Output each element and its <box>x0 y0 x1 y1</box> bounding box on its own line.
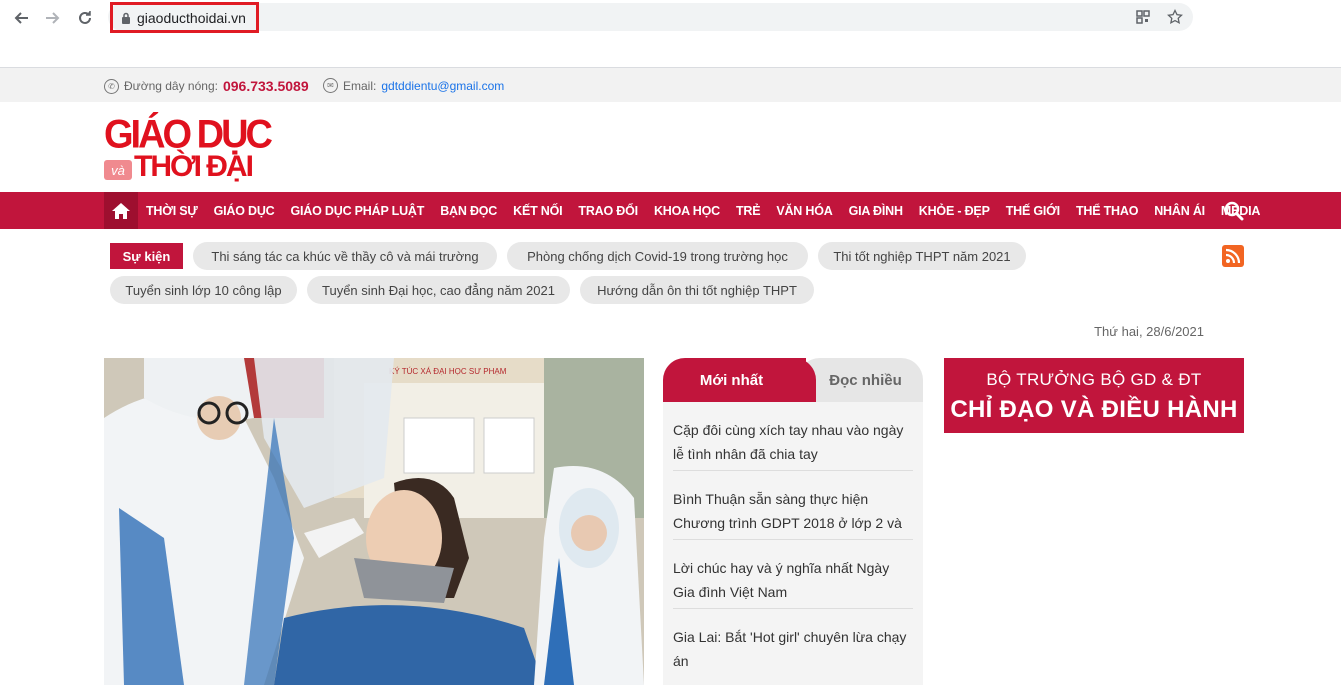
qr-code-icon[interactable] <box>1134 8 1152 26</box>
mail-icon: ✉ <box>323 78 338 93</box>
nav-item[interactable]: TRẺ <box>736 204 761 218</box>
search-icon[interactable] <box>1224 201 1244 221</box>
banner-line2: CHỈ ĐẠO VÀ ĐIỀU HÀNH <box>950 396 1238 423</box>
event-tag[interactable]: Thi tốt nghiệp THPT năm 2021 <box>818 242 1026 270</box>
nav-item[interactable]: KẾT NỐI <box>513 204 562 218</box>
nav-item[interactable]: NHÂN ÁI <box>1154 204 1205 218</box>
news-item[interactable]: Cặp đôi cùng xích tay nhau vào ngày lễ t… <box>673 402 913 471</box>
hotline-label: Đường dây nóng: <box>124 79 218 93</box>
nav-item[interactable]: VĂN HÓA <box>776 204 832 218</box>
hero-sign-text: KÝ TÚC XÁ ĐẠI HỌC SƯ PHẠM <box>389 367 507 376</box>
event-tag[interactable]: Thi sáng tác ca khúc về thầy cô và mái t… <box>193 242 497 270</box>
site-logo[interactable]: GIÁO DỤC và THỜI ĐẠI <box>104 112 274 186</box>
url-field[interactable]: giaoducthoidai.vn <box>110 2 259 33</box>
banner-line1: BỘ TRƯỞNG BỘ GD & ĐT <box>986 370 1202 389</box>
logo-line2: THỜI ĐẠI <box>134 150 254 183</box>
star-icon[interactable] <box>1166 8 1184 26</box>
home-button[interactable] <box>104 192 138 229</box>
address-bar[interactable] <box>108 3 1193 31</box>
logo-line1: GIÁO DỤC <box>104 112 273 158</box>
back-icon[interactable] <box>9 6 33 30</box>
latest-news-list: Cặp đôi cùng xích tay nhau vào ngày lễ t… <box>663 402 923 685</box>
news-item[interactable]: Lời chúc hay và ý nghĩa nhất Ngày Gia đì… <box>673 540 913 609</box>
event-tag[interactable]: Hướng dẫn ôn thi tốt nghiệp THPT <box>580 276 814 304</box>
event-tag[interactable]: Tuyển sinh lớp 10 công lập <box>110 276 297 304</box>
news-item[interactable]: Bình Thuận sẵn sàng thực hiện Chương trì… <box>673 471 913 540</box>
nav-item[interactable]: BẠN ĐỌC <box>440 204 497 218</box>
hotline-number[interactable]: 096.733.5089 <box>223 78 309 94</box>
news-item[interactable]: Gia Lai: Bắt 'Hot girl' chuyên lừa chạy … <box>673 609 913 678</box>
email-link[interactable]: gdtddientu@gmail.com <box>381 79 504 93</box>
url-text: giaoducthoidai.vn <box>137 9 246 26</box>
ministry-banner[interactable]: BỘ TRƯỞNG BỘ GD & ĐT CHỈ ĐẠO VÀ ĐIỀU HÀN… <box>944 358 1244 433</box>
tab-most-read[interactable]: Đọc nhiều <box>798 358 923 402</box>
events-label: Sự kiện <box>110 243 183 269</box>
email-label: Email: <box>343 78 377 93</box>
tab-latest[interactable]: Mới nhất <box>663 358 816 402</box>
nav-item[interactable]: KHỎE - ĐẸP <box>919 204 990 218</box>
browser-toolbar: giaoducthoidai.vn <box>0 0 1341 68</box>
main-nav: THỜI SỰ GIÁO DỤC GIÁO DỤC PHÁP LUẬT BẠN ĐỌC… <box>0 192 1341 229</box>
rss-icon[interactable] <box>1222 245 1244 267</box>
nav-item[interactable]: THỜI SỰ <box>146 204 198 218</box>
reload-icon[interactable] <box>73 6 97 30</box>
lock-icon <box>122 12 130 24</box>
hero-article-image[interactable]: KÝ TÚC XÁ ĐẠI HỌC SƯ PHẠM <box>104 358 644 685</box>
nav-item[interactable]: GIÁO DỤC <box>214 204 275 218</box>
hotline: ✆ Đường dây nóng: 096.733.5089 <box>104 78 309 94</box>
logo-va: và <box>104 160 132 180</box>
tab-latest-label: Mới nhất <box>699 371 764 389</box>
phone-icon: ✆ <box>104 78 119 94</box>
nav-item[interactable]: THẾ GIỚI <box>1006 204 1060 218</box>
nav-item[interactable]: THỂ THAO <box>1076 204 1138 218</box>
nav-menu: THỜI SỰ GIÁO DỤC GIÁO DỤC PHÁP LUẬT BẠN ĐỌC… <box>146 192 1260 229</box>
top-info-bar: ✆ Đường dây nóng: 096.733.5089 ✉ Email: … <box>0 68 1341 102</box>
nav-item[interactable]: GIA ĐÌNH <box>849 204 903 218</box>
event-tag[interactable]: Phòng chống dịch Covid-19 trong trường h… <box>507 242 808 270</box>
forward-icon[interactable] <box>41 6 65 30</box>
nav-item[interactable]: GIÁO DỤC PHÁP LUẬT <box>291 204 425 218</box>
event-tag[interactable]: Tuyển sinh Đại học, cao đẳng năm 2021 <box>307 276 570 304</box>
current-date: Thứ hai, 28/6/2021 <box>1094 324 1204 339</box>
home-icon <box>112 202 130 219</box>
email-info: ✉ Email: gdtddientu@gmail.com <box>323 78 504 93</box>
nav-item[interactable]: KHOA HỌC <box>654 204 720 218</box>
news-tabs: Đọc nhiều Mới nhất <box>663 358 923 402</box>
nav-item[interactable]: TRAO ĐỔI <box>578 204 638 218</box>
